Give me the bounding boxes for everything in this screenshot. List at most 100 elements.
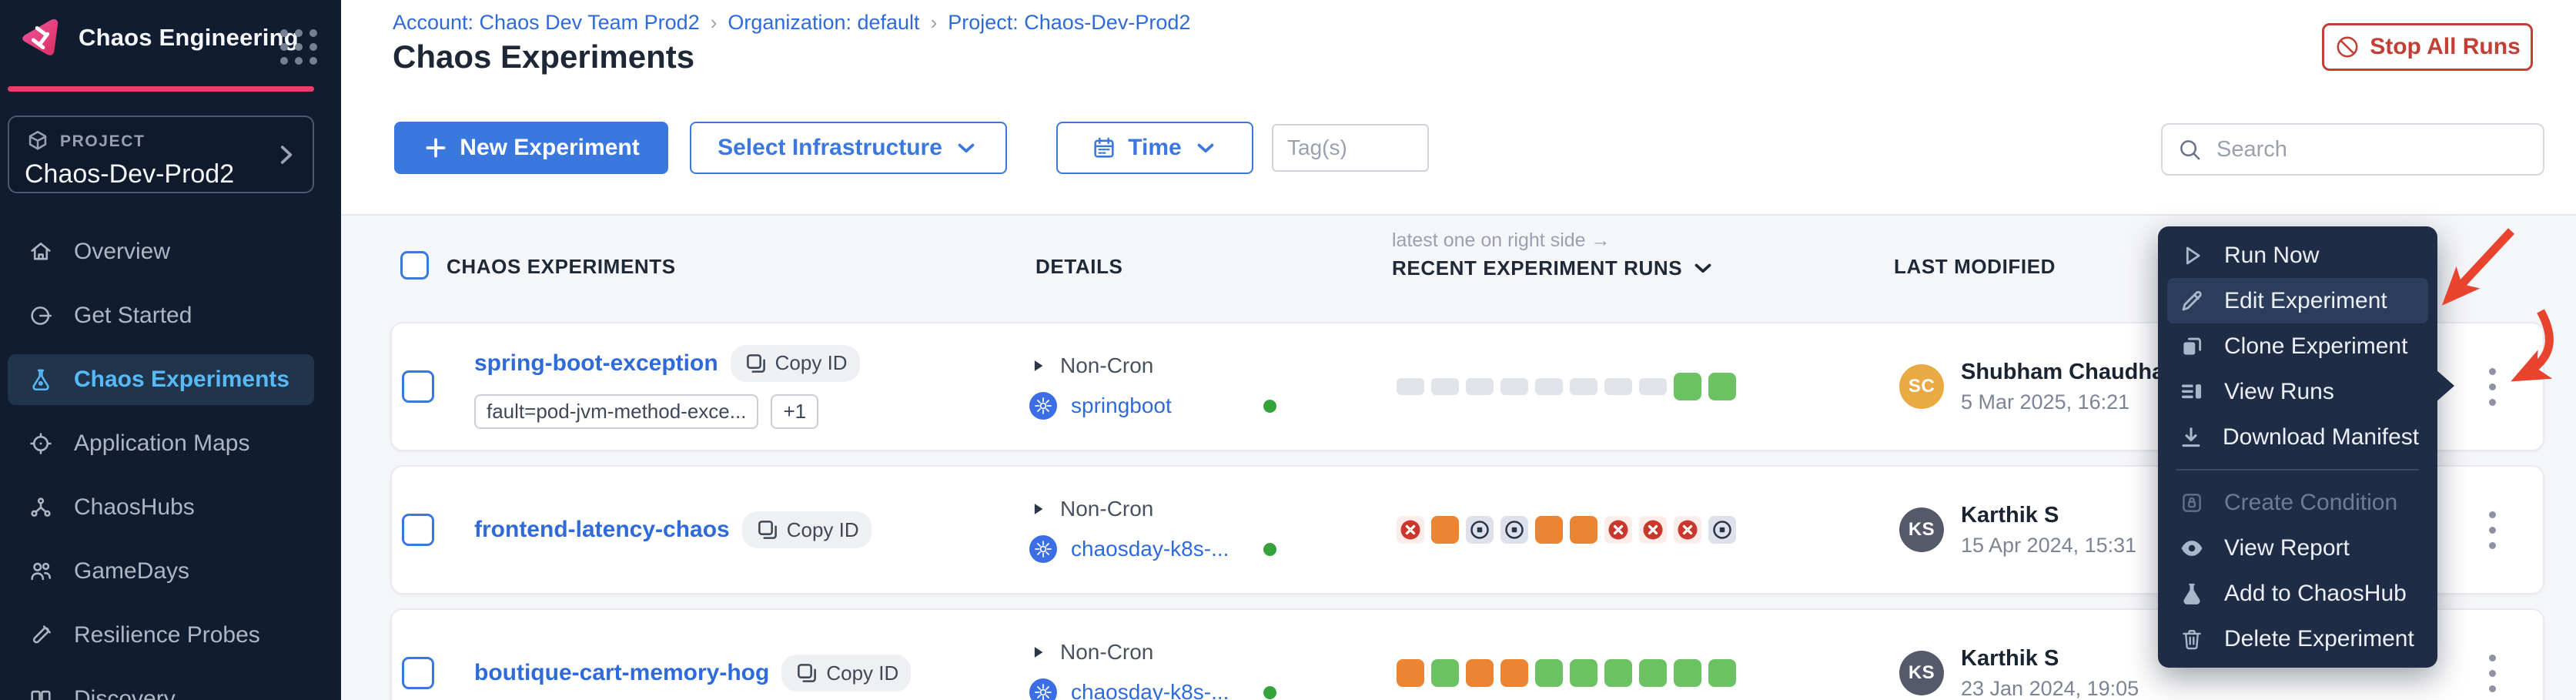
run-status-stopped[interactable] xyxy=(1500,516,1528,544)
run-status-passed[interactable] xyxy=(1674,373,1701,400)
sidebar-item-label: Resilience Probes xyxy=(74,622,260,648)
copy-icon xyxy=(754,517,781,543)
run-status-passed[interactable] xyxy=(1604,659,1632,687)
menu-item-delete-experiment[interactable]: Delete Experiment xyxy=(2167,616,2428,661)
modified-by-name: Karthik S xyxy=(1961,503,2136,528)
experiment-name-link[interactable]: frontend-latency-chaos xyxy=(474,517,730,543)
breadcrumb-link[interactable]: Organization: default xyxy=(728,11,919,35)
run-status-running[interactable] xyxy=(1397,659,1424,687)
run-status-passed[interactable] xyxy=(1639,659,1667,687)
column-header-recent-runs[interactable]: RECENT EXPERIMENT RUNS xyxy=(1392,255,1716,281)
run-status-passed[interactable] xyxy=(1570,659,1597,687)
run-status-empty[interactable] xyxy=(1431,378,1459,395)
run-status-running[interactable] xyxy=(1431,516,1459,544)
time-filter-dropdown[interactable]: Time xyxy=(1056,122,1253,174)
infrastructure-link[interactable]: chaosday-k8s-... xyxy=(1071,537,1250,561)
stop-all-runs-button[interactable]: Stop All Runs xyxy=(2322,23,2533,71)
row-menu-button[interactable] xyxy=(2475,650,2509,696)
run-status-running[interactable] xyxy=(1500,659,1528,687)
breadcrumb-link[interactable]: Account: Chaos Dev Team Prod2 xyxy=(393,11,700,35)
run-status-empty[interactable] xyxy=(1466,378,1494,395)
plus-icon xyxy=(423,135,449,161)
row-menu-button[interactable] xyxy=(2475,363,2509,410)
infrastructure-link[interactable]: chaosday-k8s-... xyxy=(1071,680,1250,700)
menu-item-add-to-chaoshub[interactable]: Add to ChaosHub xyxy=(2167,571,2428,616)
sidebar-item-get-started[interactable]: Get Started xyxy=(8,290,314,341)
avatar: KS xyxy=(1899,651,1944,695)
run-status-passed[interactable] xyxy=(1431,659,1459,687)
experiment-checkbox[interactable] xyxy=(402,514,434,546)
run-status-empty[interactable] xyxy=(1604,378,1632,395)
chaos-engineering-app: Chaos Engineering PROJECT Chaos-Dev-Prod… xyxy=(0,0,2576,700)
experiment-checkbox[interactable] xyxy=(402,657,434,689)
target-icon xyxy=(28,430,54,457)
run-status-empty[interactable] xyxy=(1570,378,1597,395)
menu-item-run-now[interactable]: Run Now xyxy=(2167,233,2428,278)
run-status-failed[interactable] xyxy=(1604,516,1632,544)
hub-icon xyxy=(28,494,54,521)
run-status-running[interactable] xyxy=(1570,516,1597,544)
experiment-name-link[interactable]: spring-boot-exception xyxy=(474,350,718,377)
copy-id-button[interactable]: Copy ID xyxy=(742,511,871,548)
run-status-empty[interactable] xyxy=(1535,378,1563,395)
run-status-running[interactable] xyxy=(1466,659,1494,687)
sidebar-item-chaos-experiments[interactable]: Chaos Experiments xyxy=(8,354,314,405)
column-header-experiments[interactable]: CHAOS EXPERIMENTS xyxy=(447,255,676,279)
menu-item-view-report[interactable]: View Report xyxy=(2167,525,2428,571)
list-icon xyxy=(2178,379,2206,405)
run-status-empty[interactable] xyxy=(1639,378,1667,395)
modified-by-name: Shubham Chaudhary xyxy=(1961,360,2186,385)
sidebar-item-discovery[interactable]: Discovery xyxy=(8,674,314,700)
cron-type-icon xyxy=(1029,644,1046,661)
run-status-passed[interactable] xyxy=(1674,659,1701,687)
copy-id-button[interactable]: Copy ID xyxy=(781,655,911,692)
experiment-name-link[interactable]: boutique-cart-memory-hog xyxy=(474,660,769,686)
select-all-checkbox[interactable] xyxy=(400,251,429,280)
menu-item-clone-experiment[interactable]: Clone Experiment xyxy=(2167,323,2428,369)
chevron-down-icon xyxy=(1690,255,1716,281)
flask-icon xyxy=(28,367,54,393)
infrastructure-active-dot xyxy=(1263,543,1276,556)
cron-type-icon xyxy=(1029,501,1046,517)
get-started-icon xyxy=(28,303,54,329)
breadcrumb-link[interactable]: Project: Chaos-Dev-Prod2 xyxy=(948,11,1190,35)
flask-solid-icon xyxy=(2178,581,2206,607)
run-status-empty[interactable] xyxy=(1500,378,1528,395)
search-input[interactable] xyxy=(2215,136,2529,163)
sidebar-item-resilience-probes[interactable]: Resilience Probes xyxy=(8,610,314,661)
new-experiment-button[interactable]: New Experiment xyxy=(394,122,668,174)
run-status-passed[interactable] xyxy=(1535,659,1563,687)
run-status-passed[interactable] xyxy=(1708,659,1736,687)
run-status-empty[interactable] xyxy=(1397,378,1424,395)
play-icon xyxy=(2178,243,2206,269)
column-header-last-modified: LAST MODIFIED xyxy=(1894,255,2056,279)
sidebar-item-chaoshubs[interactable]: ChaosHubs xyxy=(8,482,314,533)
pencil-icon xyxy=(2178,288,2206,314)
menu-item-edit-experiment[interactable]: Edit Experiment xyxy=(2167,278,2428,323)
column-header-details: DETAILS xyxy=(1035,255,1123,279)
run-status-passed[interactable] xyxy=(1708,373,1736,400)
sidebar-item-overview[interactable]: Overview xyxy=(8,226,314,277)
sidebar-item-gamedays[interactable]: GameDays xyxy=(8,546,314,597)
experiment-checkbox[interactable] xyxy=(402,370,434,403)
run-status-failed[interactable] xyxy=(1639,516,1667,544)
row-menu-button[interactable] xyxy=(2475,507,2509,553)
select-infrastructure-label: Select Infrastructure xyxy=(718,135,942,161)
run-status-failed[interactable] xyxy=(1397,516,1424,544)
copy-id-button[interactable]: Copy ID xyxy=(731,345,860,382)
run-status-running[interactable] xyxy=(1535,516,1563,544)
run-status-stopped[interactable] xyxy=(1708,516,1736,544)
run-status-failed[interactable] xyxy=(1674,516,1701,544)
select-infrastructure-dropdown[interactable]: Select Infrastructure xyxy=(690,122,1007,174)
infrastructure-link[interactable]: springboot xyxy=(1071,394,1250,418)
sidebar: Chaos Engineering PROJECT Chaos-Dev-Prod… xyxy=(0,0,341,700)
menu-item-download-manifest[interactable]: Download Manifest xyxy=(2167,414,2428,460)
menu-item-view-runs[interactable]: View Runs xyxy=(2167,369,2428,414)
sidebar-item-label: Overview xyxy=(74,239,170,265)
chevron-down-icon xyxy=(1193,135,1219,161)
run-status-stopped[interactable] xyxy=(1466,516,1494,544)
page-title: Chaos Experiments xyxy=(393,39,694,75)
sidebar-item-application-maps[interactable]: Application Maps xyxy=(8,418,314,469)
tags-input[interactable] xyxy=(1272,124,1429,172)
time-label: Time xyxy=(1128,135,1181,161)
